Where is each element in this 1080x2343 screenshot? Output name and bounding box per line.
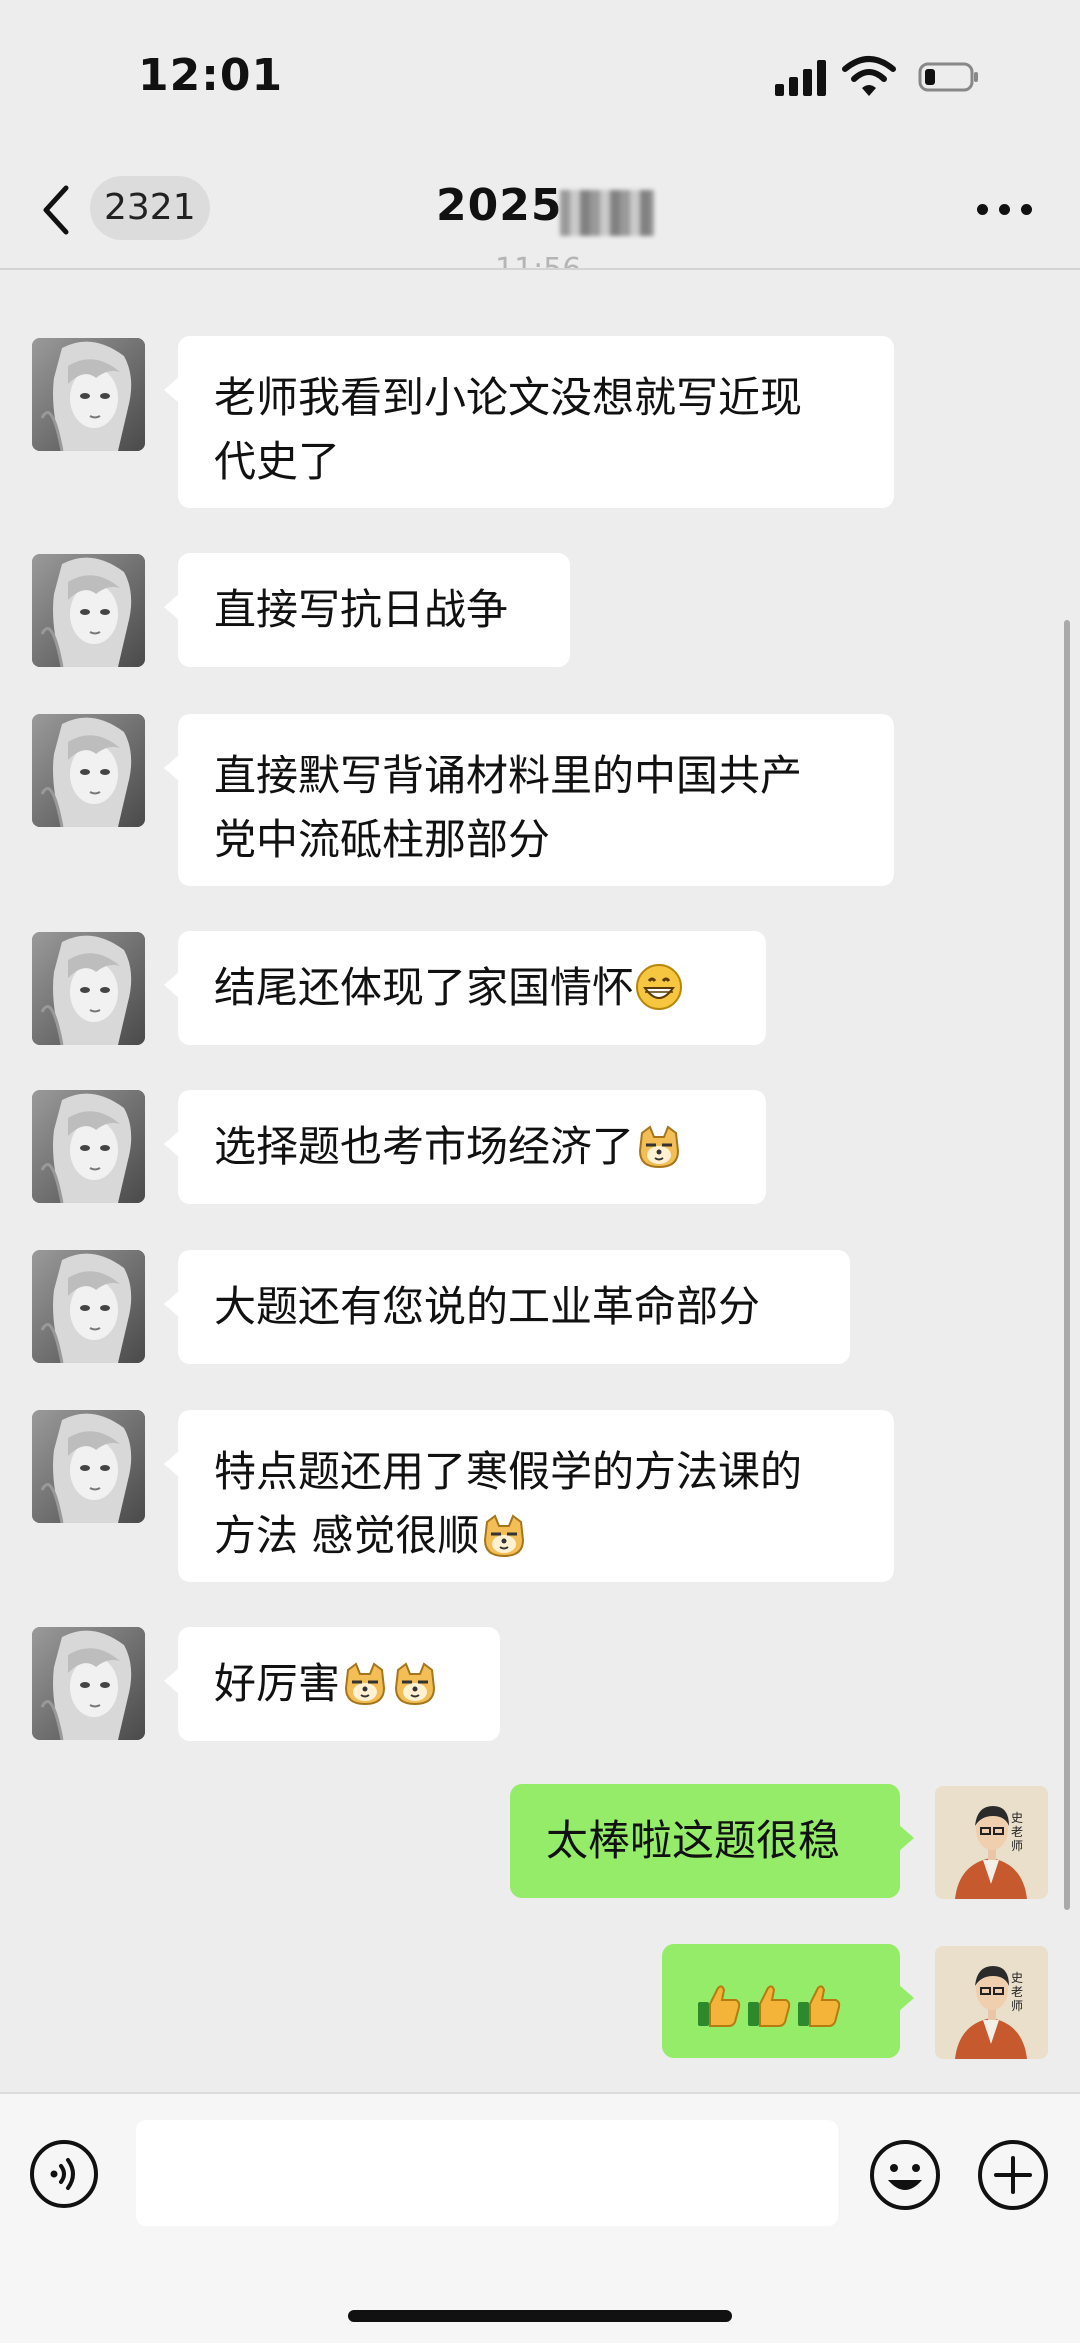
thumbs-up-emoji xyxy=(794,1980,844,2030)
message-text: 大题还有您说的工业革命部分 xyxy=(214,1282,761,1331)
message-bubble-incoming[interactable]: 大题还有您说的工业革命部分 xyxy=(164,1250,850,1364)
message-text: 直接默写背诵材料里的中国共产 xyxy=(214,751,803,800)
thumbs-up-emoji xyxy=(744,1980,794,2030)
doge-emoji xyxy=(390,1658,440,1708)
home-indicator[interactable] xyxy=(348,2310,732,2322)
battery-icon xyxy=(918,62,978,92)
status-bar: 12:01 xyxy=(0,0,1080,150)
plus-icon[interactable] xyxy=(976,2138,1050,2212)
message-text: 直接写抗日战争 xyxy=(214,585,509,634)
scrollbar[interactable] xyxy=(1064,620,1070,1910)
thumbs-up-emoji xyxy=(694,1980,744,2030)
emoji-icon[interactable] xyxy=(868,2138,942,2212)
message-bubble-incoming[interactable]: 结尾还体现了家国情怀 xyxy=(164,931,766,1045)
doge-emoji xyxy=(340,1658,390,1708)
voice-icon[interactable] xyxy=(28,2138,100,2210)
message-bubble-outgoing[interactable]: 太棒啦这题很稳 xyxy=(510,1784,914,1898)
title-redaction xyxy=(560,190,654,236)
message-text: 老师我看到小论文没想就写近现 xyxy=(214,373,803,422)
contact-avatar[interactable] xyxy=(32,554,145,667)
message-bubble-incoming[interactable]: 选择题也考市场经济了 xyxy=(164,1090,766,1204)
grin-emoji xyxy=(634,962,684,1012)
doge-emoji xyxy=(479,1510,529,1560)
contact-avatar[interactable] xyxy=(32,1627,145,1740)
message-bubble-incoming[interactable]: 好厉害 xyxy=(164,1627,500,1741)
wifi-icon xyxy=(842,56,896,96)
message-text: 结尾还体现了家国情怀 xyxy=(214,963,635,1012)
message-text: 选择题也考市场经济了 xyxy=(214,1122,635,1171)
message-text: 方法 感觉很顺 xyxy=(214,1511,480,1560)
chevron-left-icon[interactable] xyxy=(38,182,74,238)
own-avatar[interactable] xyxy=(935,1946,1048,2059)
contact-avatar[interactable] xyxy=(32,1410,145,1523)
contact-avatar[interactable] xyxy=(32,714,145,827)
contact-avatar[interactable] xyxy=(32,932,145,1045)
contact-avatar[interactable] xyxy=(32,1250,145,1363)
more-dots-icon[interactable] xyxy=(975,200,1035,220)
message-text: 特点题还用了寒假学的方法课的 xyxy=(214,1447,803,1496)
contact-avatar[interactable] xyxy=(32,338,145,451)
own-avatar[interactable] xyxy=(935,1786,1048,1899)
contact-avatar[interactable] xyxy=(32,1090,145,1203)
message-bubble-incoming[interactable]: 特点题还用了寒假学的方法课的 方法 感觉很顺 xyxy=(164,1410,894,1582)
header-divider xyxy=(0,268,1080,270)
unread-count-badge[interactable]: 2321 xyxy=(90,176,210,240)
message-bubble-incoming[interactable]: 直接写抗日战争 xyxy=(164,553,570,667)
message-bubble-incoming[interactable]: 直接默写背诵材料里的中国共产 党中流砥柱那部分 xyxy=(164,714,894,886)
doge-emoji xyxy=(634,1121,684,1171)
signal-icon xyxy=(775,60,827,96)
message-bubble-outgoing[interactable] xyxy=(662,1944,914,2058)
message-text: 太棒啦这题很稳 xyxy=(546,1816,841,1865)
message-text: 好厉害 xyxy=(214,1659,341,1708)
message-text: 党中流砥柱那部分 xyxy=(214,815,551,864)
message-text: 代史了 xyxy=(214,437,341,486)
input-bar xyxy=(0,2092,1080,2343)
message-bubble-incoming[interactable]: 老师我看到小论文没想就写近现 代史了 xyxy=(164,336,894,508)
status-time: 12:01 xyxy=(138,50,284,101)
message-input[interactable] xyxy=(136,2120,838,2226)
chat-title: 2025 xyxy=(436,180,563,231)
